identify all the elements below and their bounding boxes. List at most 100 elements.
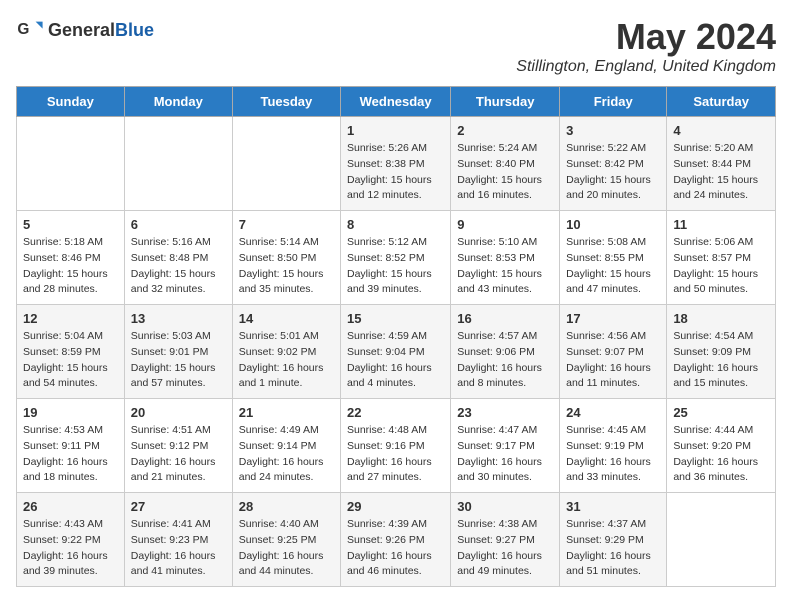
day-cell: 22 Sunrise: 4:48 AM Sunset: 9:16 PM Dayli…	[341, 399, 451, 493]
day-number: 16	[457, 311, 553, 326]
day-number: 4	[673, 123, 769, 138]
day-info: Sunrise: 4:45 AM Sunset: 9:19 PM Dayligh…	[566, 423, 660, 486]
week-row-1: 1 Sunrise: 5:26 AM Sunset: 8:38 PM Daylig…	[17, 117, 776, 211]
day-info: Sunrise: 4:40 AM Sunset: 9:25 PM Dayligh…	[239, 517, 334, 580]
day-info: Sunrise: 5:14 AM Sunset: 8:50 PM Dayligh…	[239, 235, 334, 298]
day-cell: 15 Sunrise: 4:59 AM Sunset: 9:04 PM Dayli…	[341, 305, 451, 399]
day-info: Sunrise: 5:24 AM Sunset: 8:40 PM Dayligh…	[457, 141, 553, 204]
day-cell: 31 Sunrise: 4:37 AM Sunset: 9:29 PM Dayli…	[560, 493, 667, 587]
title-area: May 2024 Stillington, England, United Ki…	[516, 16, 776, 76]
day-info: Sunrise: 4:59 AM Sunset: 9:04 PM Dayligh…	[347, 329, 444, 392]
day-cell: 4 Sunrise: 5:20 AM Sunset: 8:44 PM Daylig…	[667, 117, 776, 211]
day-info: Sunrise: 5:06 AM Sunset: 8:57 PM Dayligh…	[673, 235, 769, 298]
weekday-header-friday: Friday	[560, 87, 667, 117]
day-number: 8	[347, 217, 444, 232]
day-number: 18	[673, 311, 769, 326]
day-info: Sunrise: 4:57 AM Sunset: 9:06 PM Dayligh…	[457, 329, 553, 392]
day-cell: 5 Sunrise: 5:18 AM Sunset: 8:46 PM Daylig…	[17, 211, 125, 305]
week-row-5: 26Sunrise: 4:43 AM Sunset: 9:22 PM Dayli…	[17, 493, 776, 587]
day-cell: 17 Sunrise: 4:56 AM Sunset: 9:07 PM Dayli…	[560, 305, 667, 399]
day-info: Sunrise: 5:26 AM Sunset: 8:38 PM Dayligh…	[347, 141, 444, 204]
day-info: Sunrise: 4:44 AM Sunset: 9:20 PM Dayligh…	[673, 423, 769, 486]
day-number: 31	[566, 499, 660, 514]
day-number: 1	[347, 123, 444, 138]
logo-icon: G	[16, 16, 44, 44]
day-info: Sunrise: 5:16 AM Sunset: 8:48 PM Dayligh…	[131, 235, 226, 298]
day-cell: 26Sunrise: 4:43 AM Sunset: 9:22 PM Dayli…	[17, 493, 125, 587]
day-number: 19	[23, 405, 118, 420]
day-number: 25	[673, 405, 769, 420]
day-cell: 1 Sunrise: 5:26 AM Sunset: 8:38 PM Daylig…	[341, 117, 451, 211]
week-row-2: 5 Sunrise: 5:18 AM Sunset: 8:46 PM Daylig…	[17, 211, 776, 305]
day-cell: 25 Sunrise: 4:44 AM Sunset: 9:20 PM Dayli…	[667, 399, 776, 493]
day-number: 17	[566, 311, 660, 326]
day-number: 12	[23, 311, 118, 326]
day-info: Sunrise: 4:51 AM Sunset: 9:12 PM Dayligh…	[131, 423, 226, 486]
location-text: Stillington, England, United Kingdom	[516, 58, 776, 76]
day-cell: 12Sunrise: 5:04 AM Sunset: 8:59 PM Dayli…	[17, 305, 125, 399]
day-info: Sunrise: 4:49 AM Sunset: 9:14 PM Dayligh…	[239, 423, 334, 486]
day-cell: 10Sunrise: 5:08 AM Sunset: 8:55 PM Dayli…	[560, 211, 667, 305]
day-cell: 16 Sunrise: 4:57 AM Sunset: 9:06 PM Dayli…	[451, 305, 560, 399]
day-info: Sunrise: 4:53 AM Sunset: 9:11 PM Dayligh…	[23, 423, 118, 486]
day-cell: 19 Sunrise: 4:53 AM Sunset: 9:11 PM Dayli…	[17, 399, 125, 493]
day-cell: 24 Sunrise: 4:45 AM Sunset: 9:19 PM Dayli…	[560, 399, 667, 493]
day-info: Sunrise: 5:18 AM Sunset: 8:46 PM Dayligh…	[23, 235, 118, 298]
day-cell: 7 Sunrise: 5:14 AM Sunset: 8:50 PM Daylig…	[232, 211, 340, 305]
day-number: 21	[239, 405, 334, 420]
day-cell: 27Sunrise: 4:41 AM Sunset: 9:23 PM Dayli…	[124, 493, 232, 587]
week-row-3: 12Sunrise: 5:04 AM Sunset: 8:59 PM Dayli…	[17, 305, 776, 399]
day-cell: 14 Sunrise: 5:01 AM Sunset: 9:02 PM Dayli…	[232, 305, 340, 399]
weekday-header-row: SundayMondayTuesdayWednesdayThursdayFrid…	[17, 87, 776, 117]
day-info: Sunrise: 4:48 AM Sunset: 9:16 PM Dayligh…	[347, 423, 444, 486]
day-number: 30	[457, 499, 553, 514]
weekday-header-saturday: Saturday	[667, 87, 776, 117]
day-number: 5	[23, 217, 118, 232]
day-info: Sunrise: 5:20 AM Sunset: 8:44 PM Dayligh…	[673, 141, 769, 204]
page-header: G GeneralBlue May 2024 Stillington, Engl…	[16, 16, 776, 76]
day-number: 11	[673, 217, 769, 232]
day-info: Sunrise: 4:37 AM Sunset: 9:29 PM Dayligh…	[566, 517, 660, 580]
logo-general-text: General	[48, 20, 115, 40]
week-row-4: 19 Sunrise: 4:53 AM Sunset: 9:11 PM Dayli…	[17, 399, 776, 493]
day-number: 14	[239, 311, 334, 326]
day-number: 29	[347, 499, 444, 514]
day-number: 23	[457, 405, 553, 420]
day-cell: 9 Sunrise: 5:10 AM Sunset: 8:53 PM Daylig…	[451, 211, 560, 305]
logo: G GeneralBlue	[16, 16, 154, 44]
day-info: Sunrise: 4:56 AM Sunset: 9:07 PM Dayligh…	[566, 329, 660, 392]
day-info: Sunrise: 4:47 AM Sunset: 9:17 PM Dayligh…	[457, 423, 553, 486]
day-number: 6	[131, 217, 226, 232]
day-info: Sunrise: 4:38 AM Sunset: 9:27 PM Dayligh…	[457, 517, 553, 580]
day-info: Sunrise: 4:54 AM Sunset: 9:09 PM Dayligh…	[673, 329, 769, 392]
day-cell: 28Sunrise: 4:40 AM Sunset: 9:25 PM Dayli…	[232, 493, 340, 587]
day-cell: 29 Sunrise: 4:39 AM Sunset: 9:26 PM Dayli…	[341, 493, 451, 587]
day-cell: 2 Sunrise: 5:24 AM Sunset: 8:40 PM Daylig…	[451, 117, 560, 211]
day-number: 3	[566, 123, 660, 138]
day-cell: 21 Sunrise: 4:49 AM Sunset: 9:14 PM Dayli…	[232, 399, 340, 493]
weekday-header-sunday: Sunday	[17, 87, 125, 117]
weekday-header-wednesday: Wednesday	[341, 87, 451, 117]
day-number: 15	[347, 311, 444, 326]
weekday-header-thursday: Thursday	[451, 87, 560, 117]
day-info: Sunrise: 5:10 AM Sunset: 8:53 PM Dayligh…	[457, 235, 553, 298]
day-number: 13	[131, 311, 226, 326]
day-cell: 18 Sunrise: 4:54 AM Sunset: 9:09 PM Dayli…	[667, 305, 776, 399]
calendar-table: SundayMondayTuesdayWednesdayThursdayFrid…	[16, 86, 776, 587]
day-info: Sunrise: 4:39 AM Sunset: 9:26 PM Dayligh…	[347, 517, 444, 580]
day-info: Sunrise: 5:12 AM Sunset: 8:52 PM Dayligh…	[347, 235, 444, 298]
day-number: 26	[23, 499, 118, 514]
day-cell: 3 Sunrise: 5:22 AM Sunset: 8:42 PM Daylig…	[560, 117, 667, 211]
day-info: Sunrise: 5:22 AM Sunset: 8:42 PM Dayligh…	[566, 141, 660, 204]
day-number: 22	[347, 405, 444, 420]
day-number: 9	[457, 217, 553, 232]
weekday-header-tuesday: Tuesday	[232, 87, 340, 117]
day-number: 24	[566, 405, 660, 420]
day-info: Sunrise: 5:03 AM Sunset: 9:01 PM Dayligh…	[131, 329, 226, 392]
day-number: 7	[239, 217, 334, 232]
weekday-header-monday: Monday	[124, 87, 232, 117]
day-info: Sunrise: 5:01 AM Sunset: 9:02 PM Dayligh…	[239, 329, 334, 392]
month-title: May 2024	[516, 16, 776, 58]
day-number: 2	[457, 123, 553, 138]
day-cell: 23 Sunrise: 4:47 AM Sunset: 9:17 PM Dayli…	[451, 399, 560, 493]
